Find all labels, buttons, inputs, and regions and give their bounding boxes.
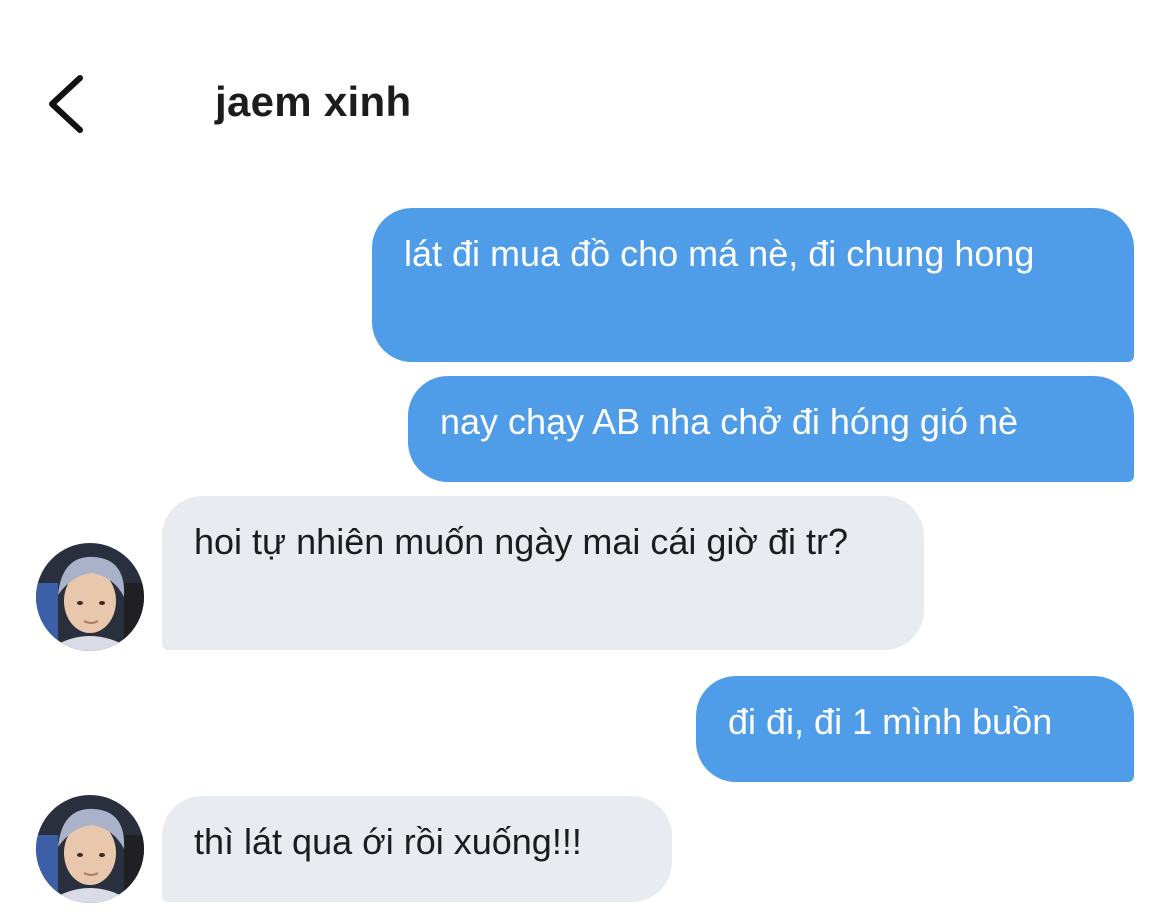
contact-name: jaem xinh: [215, 78, 412, 125]
sent-message[interactable]: nay chạy AB nha chở đi hóng gió nè: [408, 376, 1134, 482]
contact-avatar[interactable]: [36, 795, 144, 903]
message-text: lát đi mua đồ cho má nè, đi chung hong: [404, 233, 1035, 274]
received-message[interactable]: hoi tự nhiên muốn ngày mai cái giờ đi tr…: [162, 496, 924, 650]
avatar-photo-icon: [36, 795, 144, 903]
chat-header: jaem xinh: [0, 0, 1169, 190]
chevron-left-icon: [49, 75, 83, 133]
back-button[interactable]: [40, 72, 92, 136]
message-text: thì lát qua ới rồi xuống!!!: [194, 821, 582, 862]
message-text: đi đi, đi 1 mình buồn: [728, 701, 1053, 742]
message-text: hoi tự nhiên muốn ngày mai cái giờ đi tr…: [194, 521, 849, 562]
contact-avatar[interactable]: [36, 543, 144, 651]
avatar-photo-icon: [36, 543, 144, 651]
message-text: nay chạy AB nha chở đi hóng gió nè: [440, 401, 1019, 442]
sent-message[interactable]: đi đi, đi 1 mình buồn: [696, 676, 1134, 782]
sent-message[interactable]: lát đi mua đồ cho má nè, đi chung hong: [372, 208, 1134, 362]
received-message[interactable]: thì lát qua ới rồi xuống!!!: [162, 796, 672, 902]
